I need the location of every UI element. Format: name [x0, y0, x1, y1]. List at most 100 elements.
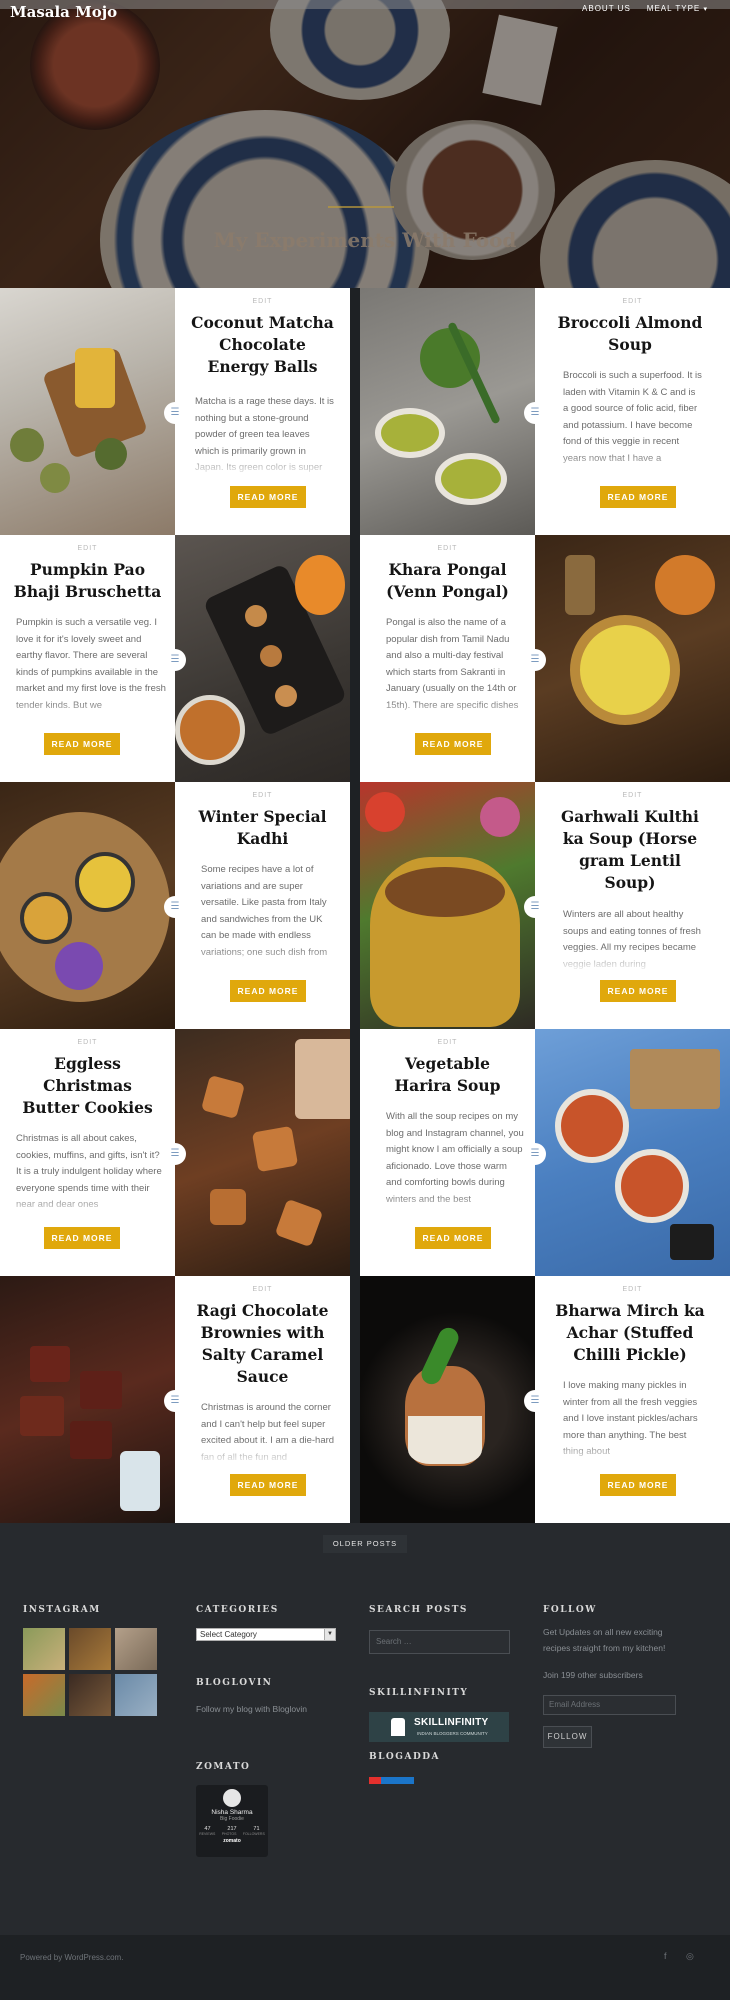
- widget-title-follow: FOLLOW: [543, 1605, 597, 1615]
- instagram-thumbnail[interactable]: [69, 1628, 111, 1670]
- post-title[interactable]: Pumpkin Pao Bhaji Bruschetta: [10, 559, 165, 603]
- post-title[interactable]: Winter Special Kadhi: [189, 806, 336, 850]
- post-thumbnail[interactable]: [175, 1029, 350, 1276]
- edit-link[interactable]: EDIT: [535, 792, 730, 799]
- post-title[interactable]: Garhwali Kulthi ka Soup (Horse gram Lent…: [555, 806, 705, 894]
- avatar: [223, 1789, 241, 1807]
- edit-link[interactable]: EDIT: [175, 1286, 350, 1293]
- post-format-icon: ☰: [164, 896, 186, 918]
- widget-title-blogadda: BLOGADDA: [369, 1752, 441, 1762]
- post-title[interactable]: Khara Pongal (Venn Pongal): [374, 559, 521, 603]
- edit-link[interactable]: EDIT: [0, 545, 175, 552]
- edit-link[interactable]: EDIT: [175, 298, 350, 305]
- bloglovin-link[interactable]: Follow my blog with Bloglovin: [196, 1701, 307, 1717]
- zomato-badge[interactable]: Nisha Sharma Big Foodie 47 217 71 REVIEW…: [196, 1785, 268, 1857]
- skillinfinity-name: SKILLINFINITY: [414, 1717, 489, 1728]
- follow-button[interactable]: FOLLOW: [543, 1726, 592, 1748]
- subscriber-count: Join 199 other subscribers: [543, 1670, 643, 1680]
- post-thumbnail[interactable]: [360, 288, 535, 535]
- post-excerpt: Matcha is a rage these days. It is nothi…: [195, 394, 335, 478]
- widget-title-instagram: INSTAGRAM: [23, 1605, 101, 1615]
- post-excerpt: Broccoli is such a superfood. It is lade…: [563, 368, 703, 478]
- category-select[interactable]: Select Category ▼: [196, 1628, 336, 1641]
- edit-link[interactable]: EDIT: [360, 545, 535, 552]
- edit-link[interactable]: EDIT: [360, 1039, 535, 1046]
- post-format-icon: ☰: [524, 1390, 546, 1412]
- nav-item-label: MEAL TYPE: [646, 4, 701, 13]
- search-input[interactable]: Search …: [369, 1630, 510, 1654]
- skillinfinity-badge[interactable]: SKILLINFINITY INDIAN BLOGGERS COMMUNITY: [369, 1712, 509, 1742]
- post-title[interactable]: Eggless Christmas Butter Cookies: [14, 1053, 161, 1119]
- post-card: EDIT Winter Special Kadhi Some recipes h…: [175, 782, 350, 1029]
- skillinfinity-logo-icon: [391, 1718, 405, 1736]
- post-thumbnail[interactable]: [0, 288, 175, 535]
- site-header: Masala Mojo ABOUT US MEAL TYPE ▾ My Expe…: [0, 0, 730, 288]
- instagram-thumbnail[interactable]: [23, 1674, 65, 1716]
- tagline-divider: [328, 206, 394, 208]
- post-thumbnail[interactable]: [360, 782, 535, 1029]
- post-excerpt: Some recipes have a lot of variations an…: [201, 862, 339, 972]
- instagram-thumbnail[interactable]: [115, 1674, 157, 1716]
- post-format-icon: ☰: [164, 402, 186, 424]
- post-thumbnail[interactable]: [360, 1276, 535, 1523]
- post-thumbnail[interactable]: [0, 1276, 175, 1523]
- post-title[interactable]: Coconut Matcha Chocolate Energy Balls: [189, 312, 336, 378]
- post-excerpt: Christmas is around the corner and I can…: [201, 1400, 339, 1466]
- read-more-button[interactable]: READ MORE: [600, 1474, 676, 1496]
- edit-link[interactable]: EDIT: [175, 792, 350, 799]
- post-excerpt: Pumpkin is such a versatile veg. I love …: [16, 615, 166, 725]
- post-title[interactable]: Bharwa Mirch ka Achar (Stuffed Chilli Pi…: [555, 1300, 705, 1366]
- edit-link[interactable]: EDIT: [535, 1286, 730, 1293]
- post-excerpt: With all the soup recipes on my blog and…: [386, 1109, 524, 1219]
- read-more-button[interactable]: READ MORE: [230, 1474, 306, 1496]
- zomato-logo: zomato: [223, 1838, 241, 1844]
- read-more-button[interactable]: READ MORE: [230, 980, 306, 1002]
- site-title[interactable]: Masala Mojo: [10, 3, 117, 21]
- read-more-button[interactable]: READ MORE: [44, 1227, 120, 1249]
- post-title[interactable]: Broccoli Almond Soup: [555, 312, 705, 356]
- post-card: EDIT Bharwa Mirch ka Achar (Stuffed Chil…: [535, 1276, 730, 1523]
- facebook-icon[interactable]: f: [664, 1951, 667, 1961]
- post-excerpt: Winters are all about healthy soups and …: [563, 907, 703, 973]
- follow-description: Get Updates on all new exciting recipes …: [543, 1627, 666, 1653]
- instagram-grid: [23, 1628, 158, 1716]
- read-more-button[interactable]: READ MORE: [415, 1227, 491, 1249]
- instagram-icon[interactable]: ◎: [686, 1951, 694, 1962]
- blogadda-badge[interactable]: [369, 1777, 414, 1784]
- email-field[interactable]: Email Address: [543, 1695, 676, 1715]
- edit-link[interactable]: EDIT: [0, 1039, 175, 1046]
- read-more-button[interactable]: READ MORE: [415, 733, 491, 755]
- post-thumbnail[interactable]: [175, 535, 350, 782]
- zomato-reviews-label: REVIEWS: [199, 1832, 216, 1836]
- post-format-icon: ☰: [524, 402, 546, 424]
- post-format-icon: ☰: [164, 649, 186, 671]
- nav-item-meal-type[interactable]: MEAL TYPE ▾: [647, 4, 708, 13]
- post-thumbnail[interactable]: [0, 782, 175, 1029]
- instagram-thumbnail[interactable]: [23, 1628, 65, 1670]
- post-thumbnail[interactable]: [535, 1029, 730, 1276]
- read-more-button[interactable]: READ MORE: [600, 486, 676, 508]
- read-more-button[interactable]: READ MORE: [600, 980, 676, 1002]
- post-card: EDIT Coconut Matcha Chocolate Energy Bal…: [175, 288, 350, 535]
- widget-title-skillinfinity: SKILLINFINITY: [369, 1688, 469, 1698]
- post-title[interactable]: Ragi Chocolate Brownies with Salty Caram…: [189, 1300, 336, 1388]
- instagram-thumbnail[interactable]: [115, 1628, 157, 1670]
- instagram-thumbnail[interactable]: [69, 1674, 111, 1716]
- post-format-icon: ☰: [524, 649, 546, 671]
- post-thumbnail[interactable]: [535, 535, 730, 782]
- post-grid: EDIT Coconut Matcha Chocolate Energy Bal…: [0, 288, 730, 1523]
- widget-title-bloglovin: BLOGLOVIN: [196, 1678, 273, 1688]
- post-excerpt: Pongal is also the name of a popular dis…: [386, 615, 524, 725]
- older-posts-button[interactable]: OLDER POSTS: [323, 1535, 407, 1553]
- post-title[interactable]: Vegetable Harira Soup: [374, 1053, 521, 1097]
- read-more-button[interactable]: READ MORE: [230, 486, 306, 508]
- read-more-button[interactable]: READ MORE: [44, 733, 120, 755]
- powered-by-link[interactable]: Powered by WordPress.com.: [20, 1953, 123, 1962]
- widget-title-categories: CATEGORIES: [196, 1605, 279, 1615]
- edit-link[interactable]: EDIT: [535, 298, 730, 305]
- post-excerpt: Christmas is all about cakes, cookies, m…: [16, 1131, 166, 1219]
- nav-item-about-us[interactable]: ABOUT US: [582, 4, 631, 13]
- widget-title-search: SEARCH POSTS: [369, 1605, 468, 1615]
- zomato-followers-label: FOLLOWERS: [242, 1832, 265, 1836]
- footer-widgets: [0, 1523, 730, 1935]
